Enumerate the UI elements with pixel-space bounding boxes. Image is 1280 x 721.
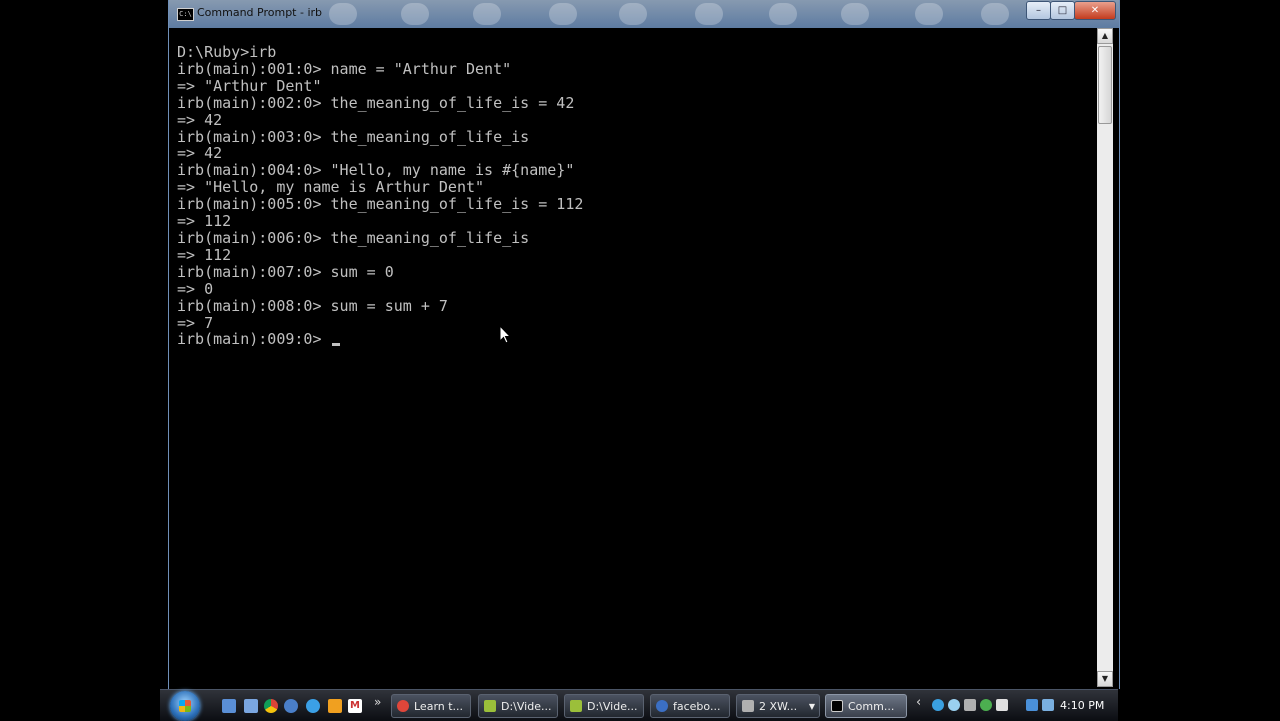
x-server-icon[interactable]	[996, 699, 1008, 711]
chrome-icon[interactable]	[264, 699, 278, 713]
taskbar-item-folder[interactable]: D:\Vide...	[478, 694, 558, 718]
network-icon[interactable]	[932, 699, 944, 711]
minimize-button[interactable]: –	[1026, 1, 1051, 20]
taskbar-item-label: Comm...	[848, 700, 895, 713]
start-button[interactable]	[170, 691, 200, 721]
console-line: irb(main):004:0> "Hello, my name is #{na…	[177, 161, 575, 180]
console-line: irb(main):001:0> name = "Arthur Dent"	[177, 59, 512, 78]
xwin-icon	[742, 700, 754, 712]
taskbar-item-label: D:\Vide...	[501, 700, 552, 713]
title-bar[interactable]: C:\ Command Prompt - irb – □ ✕	[169, 0, 1119, 28]
mouse-pointer-icon	[499, 325, 511, 344]
console-line: irb(main):002:0> the_meaning_of_life_is …	[177, 93, 575, 112]
switch-windows-icon[interactable]	[244, 699, 258, 713]
text-cursor	[331, 343, 340, 347]
command-prompt-window[interactable]: C:\ Command Prompt - irb – □ ✕ D:\Ruby>i…	[168, 0, 1120, 689]
app-tray-icon[interactable]	[948, 699, 960, 711]
console-line: irb(main):008:0> sum = sum + 7	[177, 296, 448, 315]
chrome-icon	[397, 700, 409, 712]
window-title: Command Prompt - irb	[197, 6, 323, 19]
internet-explorer-icon[interactable]	[306, 699, 320, 713]
close-button[interactable]: ✕	[1074, 1, 1116, 20]
media-player-icon[interactable]	[328, 699, 342, 713]
taskbar-item-label: facebo...	[673, 700, 721, 713]
console-line: irb(main):007:0> sum = 0	[177, 262, 394, 281]
taskbar-item-xwin[interactable]: 2 XW... ▼	[736, 694, 820, 718]
xwin-tray-icon[interactable]	[964, 699, 976, 711]
console-icon	[831, 700, 843, 712]
scroll-thumb[interactable]	[1098, 46, 1112, 124]
vertical-scrollbar[interactable]: ▲ ▼	[1097, 28, 1113, 687]
console-line: => 42	[177, 144, 223, 163]
background-icon	[473, 3, 501, 25]
gmail-icon[interactable]: M	[348, 699, 362, 713]
scroll-down-button[interactable]: ▼	[1097, 671, 1113, 687]
taskbar-item-chrome[interactable]: Learn t...	[391, 694, 471, 718]
background-icon	[769, 3, 797, 25]
background-icon	[915, 3, 943, 25]
background-icon	[401, 3, 429, 25]
taskbar-item-label: 2 XW...	[759, 700, 798, 713]
taskbar-item-command-prompt[interactable]: Comm...	[825, 694, 907, 718]
console-prompt: irb(main):009:0>	[177, 330, 331, 349]
console-line: => 112	[177, 245, 232, 264]
power-icon[interactable]	[1042, 699, 1054, 711]
tray-expand-icon[interactable]: ‹	[916, 695, 921, 710]
taskbar-item-label: D:\Vide...	[587, 700, 638, 713]
console-line: => 42	[177, 110, 223, 129]
taskbar-item-label: Learn t...	[414, 700, 464, 713]
clock[interactable]: 4:10 PM	[1060, 699, 1104, 712]
console-history: D:\Ruby>irb irb(main):001:0> name = "Art…	[177, 43, 583, 332]
chevron-down-icon: ▼	[808, 702, 815, 711]
console-line: => "Arthur Dent"	[177, 76, 322, 95]
volume-icon[interactable]	[1026, 699, 1038, 711]
background-icon	[981, 3, 1009, 25]
console-icon[interactable]: C:\	[177, 8, 194, 21]
taskbar-item-folder[interactable]: D:\Vide...	[564, 694, 644, 718]
background-icon	[619, 3, 647, 25]
background-icon	[329, 3, 357, 25]
folder-icon	[484, 700, 496, 712]
background-icon	[841, 3, 869, 25]
console-line: => 112	[177, 212, 232, 231]
console-line: => "Hello, my name is Arthur Dent"	[177, 178, 485, 197]
scroll-up-button[interactable]: ▲	[1097, 28, 1113, 44]
maximize-button[interactable]: □	[1050, 1, 1075, 20]
console-line: => 7	[177, 313, 214, 332]
taskbar-item-browser[interactable]: facebo...	[650, 694, 730, 718]
security-icon[interactable]	[980, 699, 992, 711]
console-line: irb(main):003:0> the_meaning_of_life_is	[177, 127, 530, 146]
windows-logo-icon	[179, 700, 191, 712]
browser-icon[interactable]	[284, 699, 298, 713]
background-icon	[549, 3, 577, 25]
browser-icon	[656, 700, 668, 712]
console-line: D:\Ruby>irb	[177, 43, 277, 61]
console-output: D:\Ruby>irb irb(main):001:0> name = "Art…	[175, 28, 1099, 348]
console-line: => 0	[177, 279, 214, 298]
taskbar: M » Learn t... D:\Vide... D:\Vide... fac…	[160, 689, 1118, 721]
console-line: irb(main):005:0> the_meaning_of_life_is …	[177, 195, 584, 214]
quicklaunch-more-icon[interactable]: »	[374, 695, 381, 709]
console-area[interactable]: D:\Ruby>irb irb(main):001:0> name = "Art…	[175, 28, 1099, 686]
folder-icon	[570, 700, 582, 712]
background-icon	[695, 3, 723, 25]
console-line: irb(main):006:0> the_meaning_of_life_is	[177, 228, 530, 247]
show-desktop-icon[interactable]	[222, 699, 236, 713]
